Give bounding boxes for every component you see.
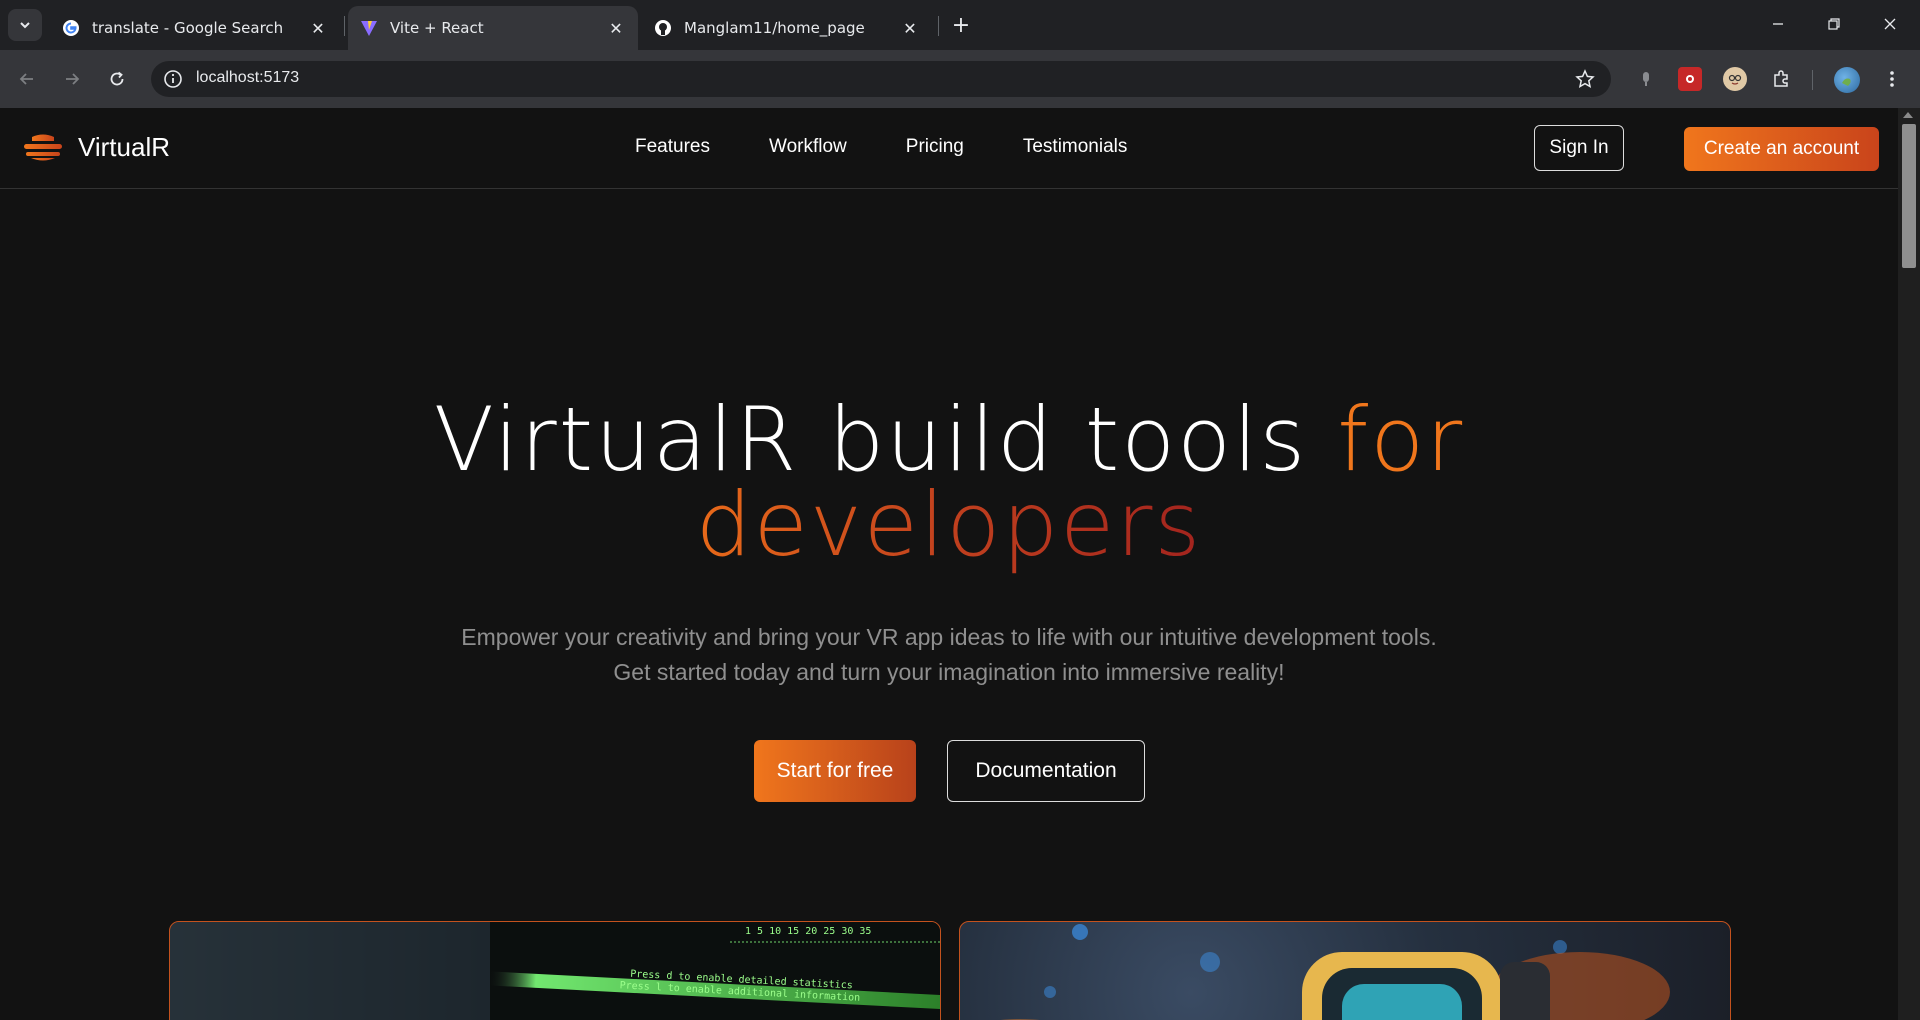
extension-mic-icon[interactable] xyxy=(1634,67,1658,91)
minimize-icon xyxy=(1773,23,1783,25)
hero-subtitle-line2: Get started today and turn your imaginat… xyxy=(613,659,1285,685)
tab-vite-react[interactable]: Vite + React ✕ xyxy=(348,6,638,50)
tab-divider xyxy=(344,16,345,36)
terminal-preview-card: Press d to enable detailed statistics Pr… xyxy=(169,921,941,1020)
nav-link-pricing[interactable]: Pricing xyxy=(906,136,964,158)
hero-title-line2: developers xyxy=(0,481,1898,569)
nav-link-workflow[interactable]: Workflow xyxy=(769,136,847,158)
scroll-up-arrow-icon[interactable] xyxy=(1903,112,1913,118)
start-for-free-button[interactable]: Start for free xyxy=(754,740,916,802)
page-scrollbar[interactable] xyxy=(1898,108,1920,1020)
restore-button[interactable] xyxy=(1806,0,1862,48)
address-bar[interactable]: localhost:5173 xyxy=(151,61,1611,97)
arrow-right-icon xyxy=(66,73,80,85)
tab-divider xyxy=(938,16,939,36)
minimize-button[interactable] xyxy=(1750,0,1806,48)
terminal-column-numbers: 1 5 10 15 20 25 30 35 xyxy=(745,926,871,937)
close-icon[interactable]: ✕ xyxy=(308,18,328,38)
page-viewport: VirtualR Features Workflow Pricing Testi… xyxy=(0,108,1898,1020)
nav-link-testimonials[interactable]: Testimonials xyxy=(1023,136,1128,158)
hero-title-highlight: for xyxy=(1337,388,1465,491)
reload-button[interactable] xyxy=(102,64,132,94)
hero-subtitle: Empower your creativity and bring your V… xyxy=(0,620,1898,690)
browser-toolbar: localhost:5173 xyxy=(0,50,1920,108)
kebab-menu-icon xyxy=(1890,71,1894,87)
extension-face-icon[interactable] xyxy=(1723,67,1747,91)
site-navbar: VirtualR Features Workflow Pricing Testi… xyxy=(0,108,1898,189)
tab-github[interactable]: Manglam11/home_page ✕ xyxy=(642,6,932,50)
brand-logo-icon xyxy=(24,134,62,160)
documentation-button[interactable]: Documentation xyxy=(947,740,1145,802)
vr-headset-image xyxy=(1000,924,1670,1020)
sign-in-button[interactable]: Sign In xyxy=(1534,125,1624,171)
site-info-icon[interactable] xyxy=(163,69,183,89)
nav-link-features[interactable]: Features xyxy=(635,136,710,158)
extension-red-icon[interactable] xyxy=(1678,67,1702,91)
extensions-puzzle-icon[interactable] xyxy=(1769,67,1793,91)
restore-icon xyxy=(1828,18,1840,30)
vr-headset-preview-card xyxy=(959,921,1731,1020)
arrow-left-icon xyxy=(19,73,33,85)
hero-title: VirtualR build tools for xyxy=(0,396,1898,484)
chevron-down-icon xyxy=(20,22,30,29)
new-tab-button[interactable]: + xyxy=(948,12,974,38)
scrollbar-thumb[interactable] xyxy=(1902,124,1916,268)
hero-subtitle-line1: Empower your creativity and bring your V… xyxy=(461,624,1437,650)
close-icon[interactable]: ✕ xyxy=(900,18,920,38)
tab-google-search[interactable]: translate - Google Search ✕ xyxy=(50,6,340,50)
google-g-icon xyxy=(62,19,80,37)
browser-menu-button[interactable] xyxy=(1880,67,1904,91)
tab-title: Vite + React xyxy=(390,19,484,37)
tab-title: translate - Google Search xyxy=(92,19,284,37)
toolbar-divider xyxy=(1812,70,1813,90)
github-icon xyxy=(654,19,672,37)
brand-name: VirtualR xyxy=(78,132,171,162)
close-window-button[interactable] xyxy=(1862,0,1918,48)
reload-icon xyxy=(110,71,124,86)
main-nav: Features Workflow Pricing Testimonials xyxy=(635,136,1186,158)
url-text[interactable]: localhost:5173 xyxy=(196,69,299,87)
vite-icon xyxy=(360,19,378,37)
close-icon[interactable]: ✕ xyxy=(606,18,626,38)
tab-search-button[interactable] xyxy=(8,9,42,41)
back-button[interactable] xyxy=(12,64,42,94)
terminal-preview-image: Press d to enable detailed statistics Pr… xyxy=(170,922,940,1020)
profile-avatar[interactable] xyxy=(1834,67,1860,93)
close-icon xyxy=(1884,18,1896,30)
hero-title-gradient: developers xyxy=(695,473,1203,576)
tab-strip: translate - Google Search ✕ Vite + React… xyxy=(0,0,1920,50)
bookmark-star-icon[interactable] xyxy=(1575,69,1595,89)
brand[interactable]: VirtualR xyxy=(22,132,170,163)
create-account-button[interactable]: Create an account xyxy=(1684,127,1879,171)
forward-button[interactable] xyxy=(57,64,87,94)
tab-title: Manglam11/home_page xyxy=(684,19,865,37)
